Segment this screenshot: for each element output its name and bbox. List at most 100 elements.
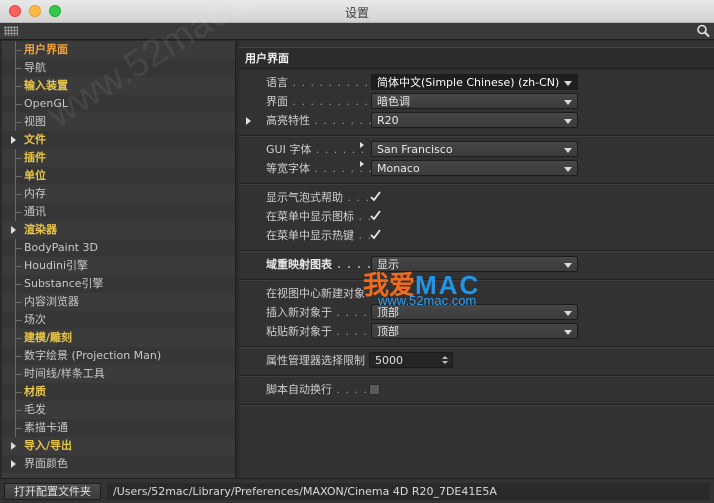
grip-icon[interactable] [4,26,18,36]
gui-font-label: GUI 字体 [266,143,312,156]
view-center-label: 在视图中心新建对象 [266,287,365,300]
sidebar-item[interactable]: 内存 [2,185,235,203]
expand-arrow-icon[interactable] [11,460,16,468]
search-icon[interactable] [696,24,711,38]
interface-label: 界面 [266,95,288,108]
checkmark-icon [370,229,381,240]
dot-leader: . . . [343,191,370,204]
paste-new-dropdown[interactable]: 顶部 [371,323,578,339]
expand-arrow-icon[interactable] [246,117,251,125]
sidebar-item[interactable]: 材质 [2,383,235,401]
menu-hotkeys-label: 在菜单中显示热键 [266,229,354,242]
settings-category-list: 用户界面 导航 输入装置 OpenGL 视图 文件 插件 单位 内存 通讯 渲染器 BodyPaint… [2,41,236,478]
paste-new-row: 粘贴新对象于 . . . . . . 顶部 [239,322,714,341]
attr-limit-stepper[interactable]: 5000 [369,352,453,368]
sidebar-item-label: 场次 [24,313,46,326]
language-dropdown[interactable]: 简体中文(Simple Chinese) (zh-CN) [371,74,578,90]
language-group: 语言 . . . . . . . . . . . . 简体中文(Simple C… [239,69,714,136]
tree-branch [15,122,22,123]
highlight-dropdown[interactable]: R20 [371,112,578,128]
sidebar-item[interactable]: 通讯 [2,203,235,221]
expand-arrow-icon[interactable] [11,442,16,450]
sidebar-item[interactable]: 导入/导出 [2,437,235,455]
paste-new-label: 粘贴新对象于 [266,325,332,338]
sidebar-item[interactable]: Houdini引擎 [2,257,235,275]
stepper-arrows-icon [442,356,448,364]
open-config-folder-button[interactable]: 打开配置文件夹 [4,483,101,500]
sidebar-item[interactable]: 插件 [2,149,235,167]
sidebar-item[interactable]: 数字绘景 (Projection Man) [2,347,235,365]
script-wrap-checkbox[interactable] [369,384,380,395]
sidebar-item-label: 单位 [24,169,46,182]
chevron-down-icon [564,100,572,105]
sidebar-item-label: 用户界面 [24,43,68,56]
mono-font-label: 等宽字体 [266,162,310,175]
sidebar-item-label: 内存 [24,187,46,200]
tree-branch [15,158,22,159]
sidebar-item[interactable]: 建模/雕刻 [2,329,235,347]
highlight-label: 高亮特性 [266,114,310,127]
expand-arrow-icon[interactable] [360,142,364,148]
tree-branch [15,428,22,429]
paste-new-value: 顶部 [377,325,399,338]
sidebar-item[interactable]: 视图 [2,113,235,131]
gui-font-dropdown[interactable]: San Francisco [371,141,578,157]
sidebar-item-label: 数字绘景 (Projection Man) [24,349,162,362]
insert-new-label: 插入新对象于 [266,306,332,319]
checkmark-icon [370,210,381,221]
highlight-row: 高亮特性 . . . . . . . . . . R20 [239,111,714,130]
tree-branch [15,86,22,87]
script-wrap-label: 脚本自动换行 [266,383,332,396]
config-path-field: /Users/52mac/Library/Preferences/MAXON/C… [107,483,710,500]
attr-limit-row: 属性管理器选择限制 5000 [239,351,714,370]
sidebar-item[interactable]: 时间线/样条工具 [2,365,235,383]
sidebar-item[interactable]: Substance引擎 [2,275,235,293]
chevron-down-icon [564,167,572,172]
chevron-down-icon [564,148,572,153]
chevron-down-icon [564,311,572,316]
menu-hotkeys-row: 在菜单中显示热键 . . [239,226,714,245]
section-title: 用户界面 [239,47,714,69]
sidebar-item[interactable]: 文件 [2,131,235,149]
sidebar-item[interactable]: BodyPaint 3D [2,239,235,257]
insert-new-row: 插入新对象于 . . . . . . 顶部 [239,303,714,322]
bubble-help-label: 显示气泡式帮助 [266,191,343,204]
interface-dropdown[interactable]: 暗色调 [371,93,578,109]
menu-icons-checkbox[interactable] [369,209,382,222]
sidebar-item[interactable]: 单位 [2,167,235,185]
script-group: 脚本自动换行 . . . . . [239,376,714,405]
sidebar-item-label: 时间线/样条工具 [24,367,105,380]
highlight-value: R20 [377,114,399,127]
language-label: 语言 [266,76,288,89]
tree-branch [15,68,22,69]
language-row: 语言 . . . . . . . . . . . . 简体中文(Simple C… [239,73,714,92]
sidebar-item-label: Houdini引擎 [24,259,89,272]
chevron-down-icon [564,81,572,86]
gui-font-row: GUI 字体 . . . . . . . San Francisco [239,140,714,159]
expand-arrow-icon[interactable] [11,136,16,144]
tree-branch [15,374,22,375]
sidebar-item-label: 视图 [24,115,46,128]
expand-arrow-icon[interactable] [360,161,364,167]
bubble-help-checkbox[interactable] [369,190,382,203]
sidebar-item[interactable]: 毛发 [2,401,235,419]
expand-arrow-icon[interactable] [11,226,16,234]
sidebar-item[interactable]: 渲染器 [2,221,235,239]
menu-hotkeys-checkbox[interactable] [369,228,382,241]
bottom-bar: 打开配置文件夹 /Users/52mac/Library/Preferences… [0,478,714,503]
mono-font-dropdown[interactable]: Monaco [371,160,578,176]
sidebar-item[interactable]: 内容浏览器 [2,293,235,311]
mono-font-value: Monaco [377,162,420,175]
sidebar-item[interactable]: 界面颜色 [2,455,235,473]
attr-limit-value: 5000 [375,354,403,367]
title-bar: 设置 [0,0,714,23]
tree-branch [15,104,22,105]
sidebar-item[interactable]: 场次 [2,311,235,329]
font-group: GUI 字体 . . . . . . . San Francisco 等宽字体 … [239,136,714,184]
menu-icons-label: 在菜单中显示图标 [266,210,354,223]
window-title: 设置 [344,6,369,20]
menu-options-group: 显示气泡式帮助 . . . 在菜单中显示图标 . . 在菜单中显示热键 . . [239,184,714,251]
tree-branch [15,302,22,303]
sidebar-item[interactable]: 素描卡通 [2,419,235,437]
sidebar-item-label: 通讯 [24,205,46,218]
